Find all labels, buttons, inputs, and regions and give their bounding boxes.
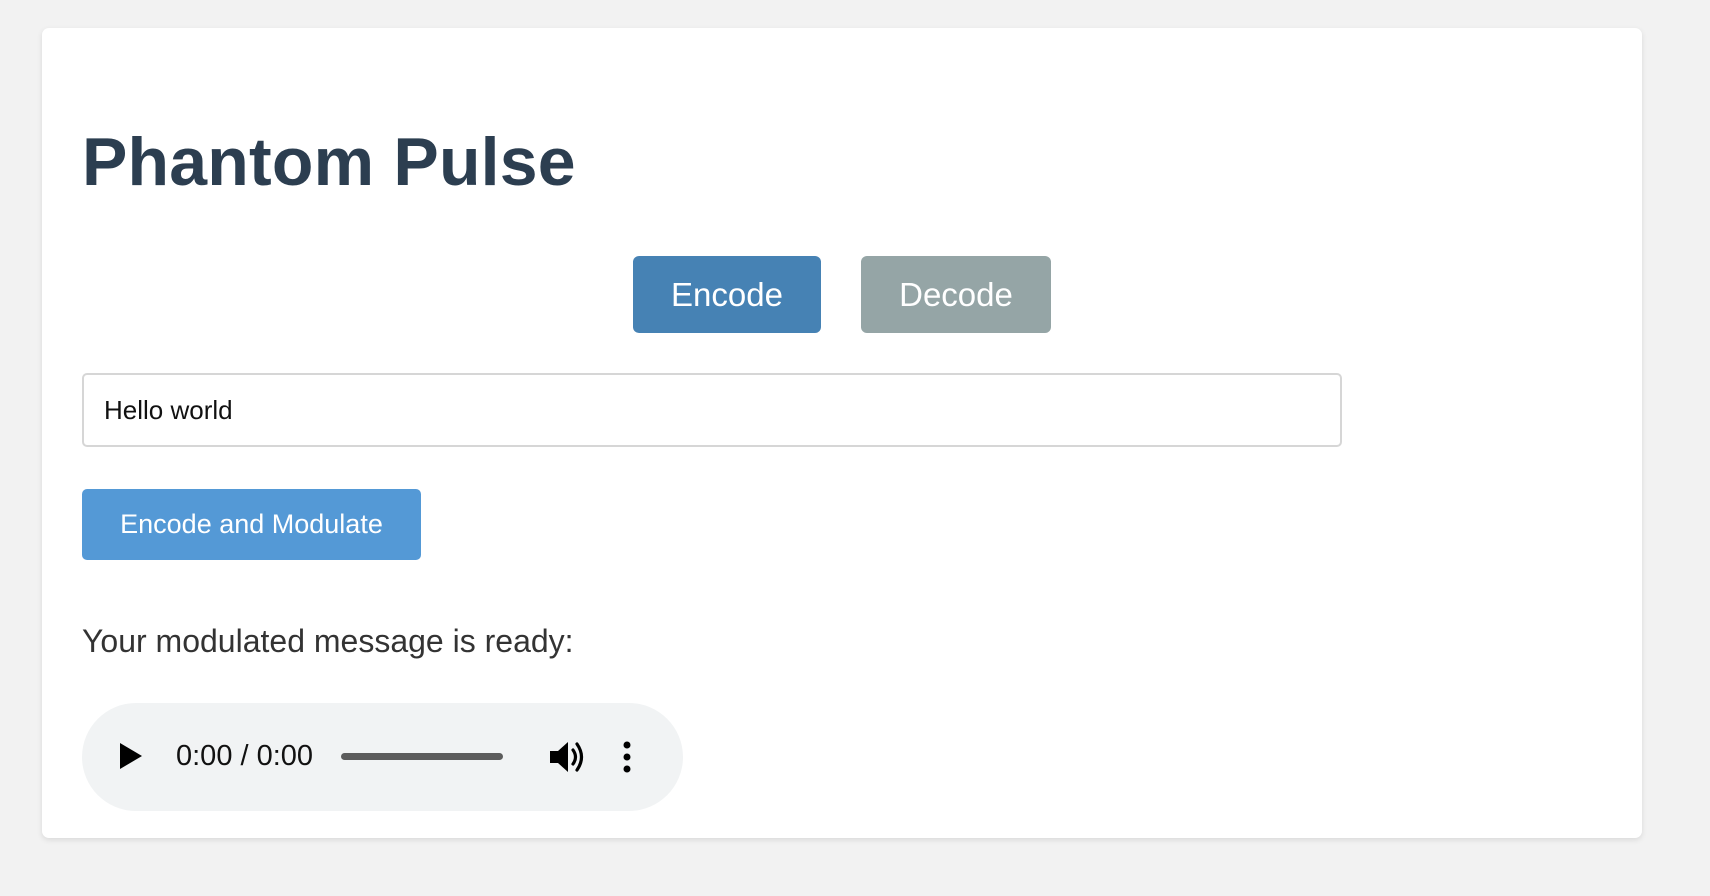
volume-icon-graphic xyxy=(550,742,584,772)
more-options-icon[interactable] xyxy=(619,739,635,775)
seek-bar[interactable] xyxy=(341,753,503,760)
play-icon[interactable] xyxy=(120,743,142,769)
encode-and-modulate-button[interactable]: Encode and Modulate xyxy=(82,489,421,560)
more-options-icon-graphic xyxy=(623,741,631,773)
ready-message: Your modulated message is ready: xyxy=(82,623,574,659)
audio-player: 0:00 / 0:00 xyxy=(82,703,683,811)
time-display: 0:00 / 0:00 xyxy=(176,740,314,772)
message-input[interactable] xyxy=(82,373,1342,447)
encode-mode-button[interactable]: Encode xyxy=(633,256,821,333)
page-title: Phantom Pulse xyxy=(82,124,576,200)
decode-mode-button[interactable]: Decode xyxy=(861,256,1051,333)
main-card: Phantom Pulse Encode Decode Encode and M… xyxy=(42,28,1642,838)
volume-icon[interactable] xyxy=(548,739,586,775)
